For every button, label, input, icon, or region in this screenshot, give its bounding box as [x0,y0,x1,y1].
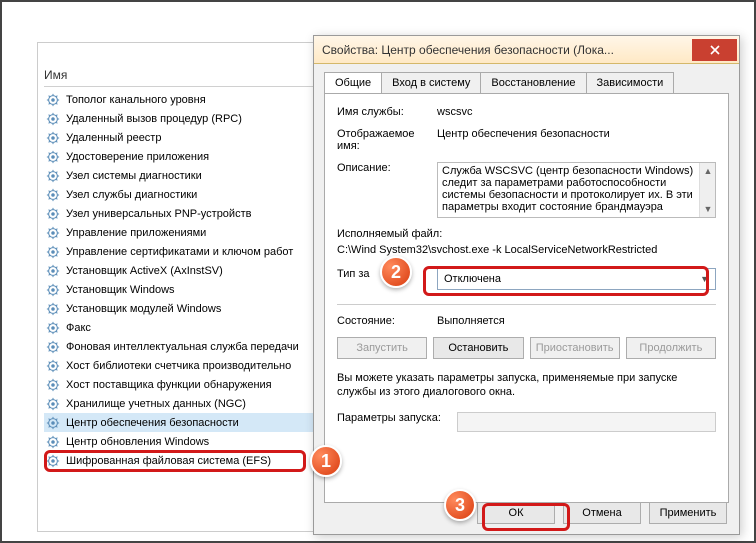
service-item-label: Установщик модулей Windows [66,303,221,315]
value-display-name: Центр обеспечения безопасности [437,128,716,140]
service-item-label: Центр обеспечения безопасности [66,417,239,429]
titlebar[interactable]: Свойства: Центр обеспечения безопасности… [314,36,739,64]
stop-button[interactable]: Остановить [433,337,523,359]
scroll-up-icon[interactable]: ▲ [700,163,716,179]
gear-icon [46,264,60,278]
label-description: Описание: [337,162,437,174]
label-status: Состояние: [337,315,437,327]
start-params-input [457,412,716,432]
service-item-label: Центр обновления Windows [66,436,209,448]
service-item-label: Узел универсальных PNP-устройств [66,208,251,220]
gear-icon [46,397,60,411]
resume-button: Продолжить [626,337,716,359]
gear-icon [46,245,60,259]
description-scrollbar[interactable]: ▲ ▼ [699,163,715,217]
service-item-label: Хранилище учетных данных (NGC) [66,398,246,410]
pause-button: Приостановить [530,337,620,359]
gear-icon [46,93,60,107]
gear-icon [46,131,60,145]
cancel-button[interactable]: Отмена [563,502,641,524]
gear-icon [46,340,60,354]
tab-logon[interactable]: Вход в систему [381,72,481,93]
gear-icon [46,435,60,449]
label-executable: Исполняемый файл: [337,228,716,240]
gear-icon [46,283,60,297]
tab-recovery[interactable]: Восстановление [480,72,586,93]
value-status: Выполняется [437,315,716,327]
gear-icon [46,359,60,373]
service-item-label: Тополог канального уровня [66,94,206,106]
annotation-badge-1: 1 [310,445,342,477]
service-item-label: Установщик ActiveX (AxInstSV) [66,265,223,277]
service-item-label: Хост поставщика функции обнаружения [66,379,272,391]
gear-icon [46,112,60,126]
gear-icon [46,188,60,202]
service-item-label: Удаленный реестр [66,132,161,144]
gear-icon [46,226,60,240]
label-display-name: Отображаемое имя: [337,128,437,152]
divider [337,304,716,305]
column-header-name[interactable]: Имя [44,68,67,82]
properties-dialog: Свойства: Центр обеспечения безопасности… [313,35,740,535]
service-item-label: Шифрованная файловая система (EFS) [66,455,271,467]
service-item-label: Фоновая интеллектуальная служба передачи [66,341,299,353]
gear-icon [46,150,60,164]
startup-type-value: Отключена [444,273,501,285]
value-service-name: wscsvc [437,106,716,118]
start-button: Запустить [337,337,427,359]
value-executable: C:\Wind System32\svchost.exe -k LocalSer… [337,244,716,256]
service-item-label: Узел системы диагностики [66,170,202,182]
close-icon [710,45,720,55]
gear-icon [46,169,60,183]
description-box[interactable]: Служба WSCSVC (центр безопасности Window… [437,162,716,218]
label-start-params: Параметры запуска: [337,412,457,424]
gear-icon [46,321,60,335]
annotation-badge-3: 3 [444,489,476,521]
tab-dependencies[interactable]: Зависимости [586,72,675,93]
tab-general[interactable]: Общие [324,72,382,93]
gear-icon [46,302,60,316]
gear-icon [46,454,60,468]
gear-icon [46,416,60,430]
annotation-badge-2: 2 [380,256,412,288]
service-item-label: Хост библиотеки счетчика производительно [66,360,291,372]
service-item-label: Управление сертификатами и ключом работ [66,246,293,258]
dialog-title: Свойства: Центр обеспечения безопасности… [322,43,692,57]
value-description: Служба WSCSVC (центр безопасности Window… [442,165,693,213]
gear-icon [46,378,60,392]
service-item-label: Удаленный вызов процедур (RPC) [66,113,242,125]
service-item-label: Удостоверение приложения [66,151,209,163]
tab-pane-general: Имя службы: wscsvc Отображаемое имя: Цен… [324,93,729,503]
service-item-label: Узел службы диагностики [66,189,197,201]
close-button[interactable] [692,39,737,61]
apply-button[interactable]: Применить [649,502,727,524]
tab-strip: Общие Вход в систему Восстановление Зави… [324,72,729,93]
scroll-down-icon[interactable]: ▼ [700,201,716,217]
service-item-label: Управление приложениями [66,227,206,239]
chevron-down-icon: ▼ [700,274,709,284]
startup-type-combobox[interactable]: Отключена ▼ [437,268,716,290]
ok-button[interactable]: ОК [477,502,555,524]
gear-icon [46,207,60,221]
label-service-name: Имя службы: [337,106,437,118]
service-item-label: Факс [66,322,91,334]
service-item-label: Установщик Windows [66,284,175,296]
startup-hint: Вы можете указать параметры запуска, при… [337,371,716,400]
